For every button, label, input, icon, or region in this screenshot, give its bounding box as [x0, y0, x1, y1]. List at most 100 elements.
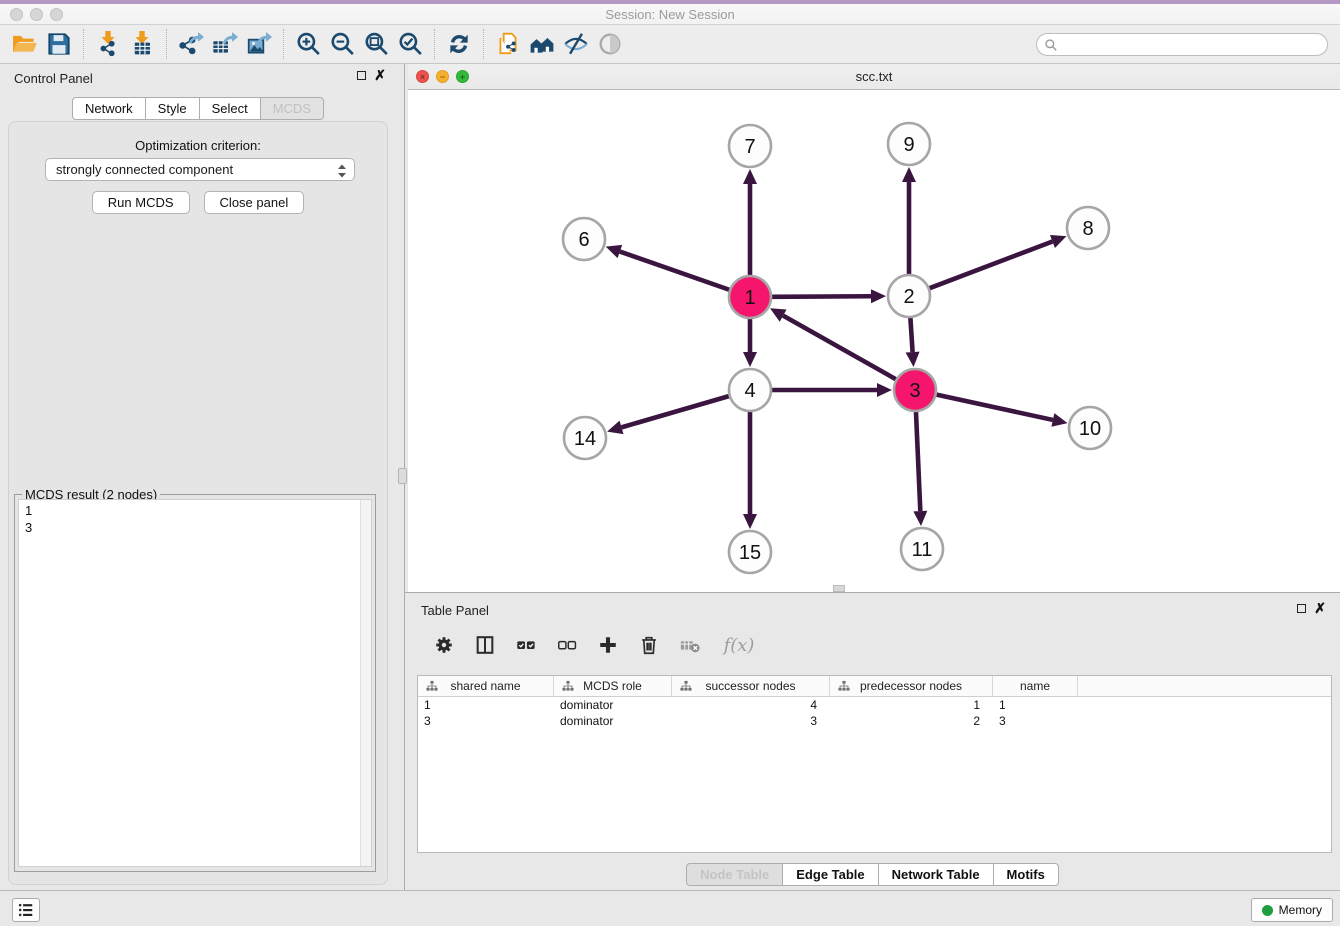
- table-cell[interactable]: 1: [418, 697, 554, 713]
- graph-node-8[interactable]: 8: [1067, 207, 1109, 249]
- graph-edge-3-10[interactable]: [936, 395, 1052, 420]
- tab-select[interactable]: Select: [200, 97, 261, 120]
- import-network-button[interactable]: [91, 28, 125, 60]
- graph-edge-4-14[interactable]: [621, 396, 728, 427]
- first-neighbors-button[interactable]: [525, 28, 559, 60]
- tab-network[interactable]: Network: [72, 97, 146, 120]
- run-mcds-button[interactable]: Run MCDS: [92, 191, 190, 214]
- memory-button[interactable]: Memory: [1251, 898, 1333, 922]
- tab-edge-table[interactable]: Edge Table: [783, 863, 878, 886]
- tab-mcds[interactable]: MCDS: [261, 97, 324, 120]
- graph-edge-3-1[interactable]: [783, 316, 896, 380]
- graph-node-2[interactable]: 2: [888, 275, 930, 317]
- zoom-out-button[interactable]: [325, 28, 359, 60]
- table-row[interactable]: 1dominator411: [418, 697, 1331, 713]
- tab-style[interactable]: Style: [146, 97, 200, 120]
- graph-node-4[interactable]: 4: [729, 369, 771, 411]
- tab-network-table[interactable]: Network Table: [879, 863, 994, 886]
- close-panel-icon[interactable]: ✗: [374, 71, 386, 80]
- zoom-selected-button[interactable]: [393, 28, 427, 60]
- table-row[interactable]: 3dominator323: [418, 713, 1331, 729]
- table-cell[interactable]: dominator: [554, 713, 672, 729]
- column-label: shared name: [450, 679, 520, 693]
- mcds-result-list[interactable]: 13: [18, 499, 372, 867]
- table-cell[interactable]: 1: [993, 697, 1078, 713]
- graph-edge-2-8[interactable]: [930, 241, 1053, 288]
- column-header-shared-name[interactable]: shared name: [418, 676, 554, 696]
- result-item[interactable]: 3: [25, 519, 365, 536]
- tab-node-table[interactable]: Node Table: [686, 863, 783, 886]
- graph-node-9[interactable]: 9: [888, 123, 930, 165]
- graph-edge-3-11[interactable]: [916, 412, 920, 511]
- graph-edge-1-2[interactable]: [772, 296, 871, 297]
- table-cell[interactable]: dominator: [554, 697, 672, 713]
- open-session-button[interactable]: [8, 28, 42, 60]
- show-columns-button[interactable]: [473, 633, 497, 657]
- result-scrollbar[interactable]: [360, 500, 371, 866]
- export-table-button[interactable]: [208, 28, 242, 60]
- table-cell[interactable]: 4: [672, 697, 830, 713]
- duplicate-network-button[interactable]: [491, 28, 525, 60]
- tab-motifs[interactable]: Motifs: [994, 863, 1059, 886]
- export-image-button[interactable]: [242, 28, 276, 60]
- delete-row-icon: [638, 634, 660, 656]
- table-cell[interactable]: 3: [993, 713, 1078, 729]
- node-label: 15: [739, 542, 761, 564]
- table-cell[interactable]: 3: [672, 713, 830, 729]
- graph-edge-2-3[interactable]: [910, 318, 912, 352]
- refresh-layout-button[interactable]: [442, 28, 476, 60]
- table-cell[interactable]: 1: [830, 697, 993, 713]
- disabled-view-button[interactable]: [593, 28, 627, 60]
- column-header-name[interactable]: name: [993, 676, 1078, 696]
- optimization-criterion-label: Optimization criterion:: [9, 138, 387, 153]
- column-header-predecessor-nodes[interactable]: predecessor nodes: [830, 676, 993, 696]
- open-session-icon: [12, 31, 38, 57]
- control-panel-title: Control Panel: [14, 71, 93, 86]
- node-label: 8: [1082, 218, 1093, 240]
- close-panel-button[interactable]: Close panel: [204, 191, 305, 214]
- result-item[interactable]: 1: [25, 502, 365, 519]
- close-table-panel-icon[interactable]: ✗: [1314, 604, 1326, 613]
- graph-edge-1-6[interactable]: [620, 252, 729, 290]
- graph-node-11[interactable]: 11: [901, 528, 943, 570]
- optimization-criterion-select[interactable]: strongly connected component: [45, 158, 355, 181]
- import-table-button[interactable]: [125, 28, 159, 60]
- column-header-successor-nodes[interactable]: successor nodes: [672, 676, 830, 696]
- task-history-button[interactable]: [12, 898, 40, 922]
- node-label: 2: [903, 286, 914, 308]
- function-builder-button: f(x): [719, 633, 759, 657]
- export-network-button[interactable]: [174, 28, 208, 60]
- table-toolbar: f(x): [418, 623, 1332, 667]
- graph-node-6[interactable]: 6: [563, 218, 605, 260]
- save-session-button[interactable]: [42, 28, 76, 60]
- table-cell[interactable]: 3: [418, 713, 554, 729]
- zoom-in-button[interactable]: [291, 28, 325, 60]
- column-header-MCDS-role[interactable]: MCDS role: [554, 676, 672, 696]
- float-panel-icon[interactable]: [357, 71, 366, 80]
- search-box[interactable]: [1036, 33, 1328, 56]
- app-titlebar: Session: New Session: [0, 4, 1340, 25]
- deselect-all-checks-button[interactable]: [555, 633, 579, 657]
- table-panel-title: Table Panel: [421, 603, 489, 618]
- network-canvas[interactable]: 7 9 6 8 1 2 4 3 14 10 15 11: [408, 90, 1340, 592]
- zoom-fit-button[interactable]: [359, 28, 393, 60]
- search-input[interactable]: [1058, 38, 1327, 52]
- select-all-checks-button[interactable]: [514, 633, 538, 657]
- show-hide-graphics-button[interactable]: [559, 28, 593, 60]
- graph-node-15[interactable]: 15: [729, 531, 771, 573]
- graph-node-7[interactable]: 7: [729, 125, 771, 167]
- show-hide-graphics-icon: [563, 31, 589, 57]
- graph-node-1[interactable]: 1: [729, 276, 771, 318]
- add-row-button[interactable]: [596, 633, 620, 657]
- horizontal-splitter-handle[interactable]: [833, 585, 845, 592]
- table-settings-button[interactable]: [432, 633, 456, 657]
- delete-row-button[interactable]: [637, 633, 661, 657]
- table-cell[interactable]: 2: [830, 713, 993, 729]
- float-table-panel-icon[interactable]: [1297, 604, 1306, 613]
- graph-node-14[interactable]: 14: [564, 417, 606, 459]
- attribute-icon: [838, 680, 850, 692]
- node-label: 9: [903, 134, 914, 156]
- graph-node-10[interactable]: 10: [1069, 407, 1111, 449]
- graph-node-3[interactable]: 3: [894, 369, 936, 411]
- vertical-splitter-handle[interactable]: [398, 468, 407, 484]
